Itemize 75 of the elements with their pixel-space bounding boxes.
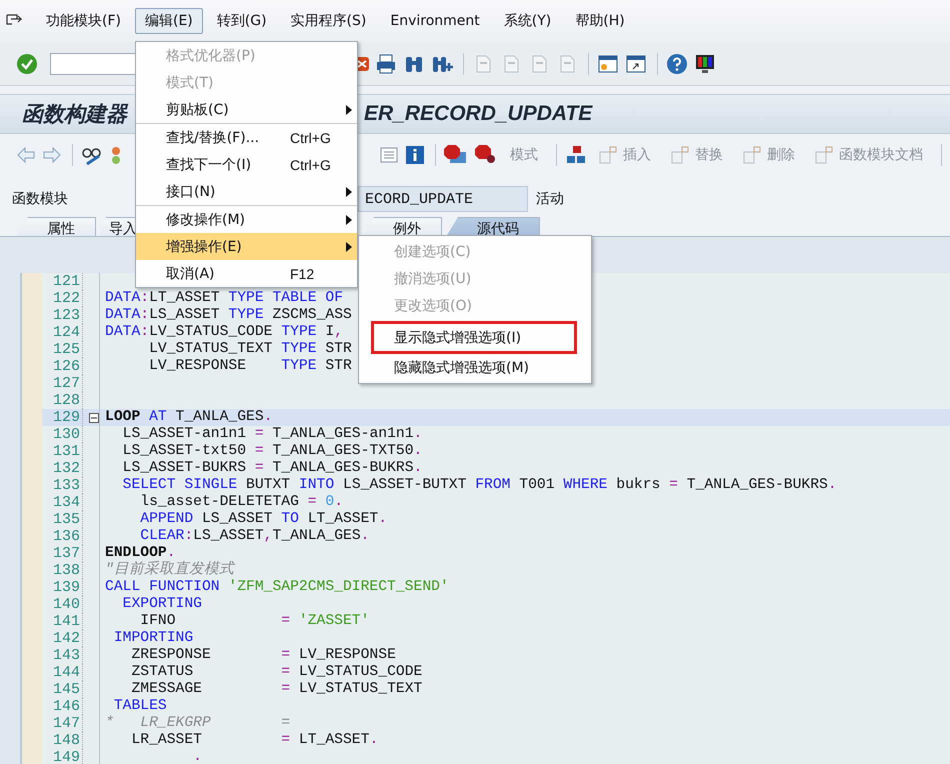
code-line: LOOP AT T_ANLA_GES.: [105, 409, 273, 426]
code-line: DATA:LS_ASSET TYPE ZSCMS_ASS: [105, 307, 352, 324]
code-line: "目前采取直发模式: [105, 562, 234, 579]
line-number: 129: [52, 409, 80, 426]
menu-item[interactable]: 编辑(E): [134, 8, 203, 34]
line-number: 125: [52, 341, 80, 358]
menu-item[interactable]: 系统(Y): [494, 8, 562, 34]
menu-entry[interactable]: 取消(A) F12: [136, 260, 357, 287]
menu-entry[interactable]: 显示隐式增强选项(I): [371, 321, 577, 354]
line-number: 139: [52, 579, 80, 596]
line-number: 145: [52, 681, 80, 698]
code-line: LS_ASSET-txt50 = T_ANLA_GES-TXT50.: [122, 443, 422, 460]
line-number: 146: [52, 698, 80, 715]
line-number: 132: [52, 460, 80, 477]
code-line: ZSTATUS = LV_STATUS_CODE: [130, 664, 422, 681]
line-number: 131: [52, 443, 80, 460]
line-number: 137: [52, 545, 80, 562]
code-line: * LR_EKGRP =: [105, 715, 290, 732]
code-line: LS_ASSET-an1n1 = T_ANLA_GES-an1n1.: [122, 426, 422, 443]
line-number: 122: [52, 290, 80, 307]
function-module-field[interactable]: ECORD_UPDATE: [358, 186, 528, 212]
code-line: IFNO = 'ZASSET': [139, 613, 370, 630]
code-line: LV_STATUS_TEXT TYPE STR: [148, 341, 352, 358]
code-line: CLEAR:LS_ASSET,T_ANLA_GES.: [139, 528, 370, 545]
menu-item[interactable]: 帮助(H): [565, 8, 635, 34]
menu-item[interactable]: 实用程序(S): [280, 8, 376, 34]
menu-entry[interactable]: 剪贴板(C): [136, 96, 357, 123]
code-line: DATA:LV_STATUS_CODE TYPE I,: [105, 324, 344, 341]
line-number: 140: [52, 596, 80, 613]
code-line: CALL FUNCTION 'ZFM_SAP2CMS_DIRECT_SEND': [105, 579, 449, 596]
line-number: 123: [52, 307, 80, 324]
code-line: DATA:LT_ASSET TYPE TABLE OF: [105, 290, 344, 307]
code-line: ls_asset-DELETETAG = 0.: [139, 494, 344, 511]
line-number: 127: [52, 375, 80, 392]
line-number: 143: [52, 647, 80, 664]
line-number: 147: [52, 715, 80, 732]
line-number: 126: [52, 358, 80, 375]
menu-entry[interactable]: 接口(N): [136, 178, 357, 205]
line-number: 142: [52, 630, 80, 647]
menu-item[interactable]: Environment: [380, 9, 490, 33]
line-number: 135: [52, 511, 80, 528]
menu-item[interactable]: 功能模块(F): [36, 8, 131, 34]
menu-item[interactable]: 转到(G): [206, 8, 277, 34]
menu-entry[interactable]: 增强操作(E): [136, 233, 357, 260]
code-line: SELECT SINGLE BUTXT INTO LS_ASSET-BUTXT FROM T001 WHERE bukrs = T_ANLA_GES-BUKRS.: [122, 477, 837, 494]
menu-entry[interactable]: 隐藏隐式增强选项(M): [371, 354, 577, 381]
screen-title: ER_RECORD_UPDATE: [364, 102, 592, 126]
line-number: 144: [52, 664, 80, 681]
line-number: 133: [52, 477, 80, 494]
code-line: TABLES: [113, 698, 167, 715]
line-number: 124: [52, 324, 80, 341]
line-number: 149: [52, 749, 80, 764]
screen-title: 函数构建器: [22, 101, 127, 128]
line-number: 136: [52, 528, 80, 545]
status-text: 活动: [536, 190, 564, 208]
code-line: ENDLOOP.: [105, 545, 176, 561]
menu-entry[interactable]: 查找/替换(F)... Ctrl+G: [136, 123, 357, 151]
line-number: 141: [52, 613, 80, 630]
code-line: ZMESSAGE = LV_STATUS_TEXT: [130, 681, 422, 698]
code-line: IMPORTING: [112, 630, 194, 647]
menu-entry[interactable]: 查找下一个(I) Ctrl+G: [136, 151, 357, 178]
code-line: EXPORTING: [122, 596, 202, 613]
code-line: LR_ASSET = LT_ASSET.: [130, 732, 378, 749]
code-line: APPEND LS_ASSET TO LT_ASSET.: [139, 511, 388, 528]
code-line: LS_ASSET-BUKRS = T_ANLA_GES-BUKRS.: [122, 460, 422, 477]
line-number: 130: [52, 426, 80, 443]
code-line: ZRESPONSE = LV_RESPONSE: [130, 647, 396, 664]
field-label: 函数模块: [12, 190, 68, 208]
line-number: 148: [52, 732, 80, 749]
code-line: LV_RESPONSE TYPE STR: [148, 358, 352, 375]
line-number: 121: [52, 273, 80, 290]
line-number: 128: [52, 392, 80, 409]
line-number: 138: [52, 562, 80, 579]
code-line: .: [192, 749, 202, 764]
line-number: 134: [52, 494, 80, 511]
